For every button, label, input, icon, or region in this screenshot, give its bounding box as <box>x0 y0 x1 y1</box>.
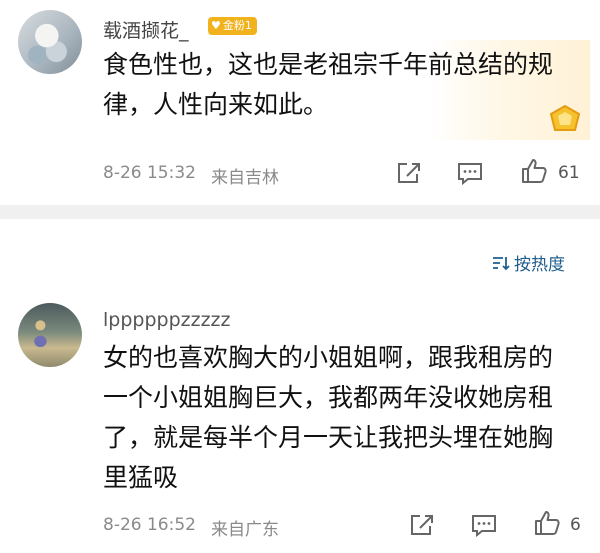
comment-location: 来自广东 <box>211 520 279 540</box>
comment-timestamp: 8-26 15:32 <box>103 163 196 183</box>
share-icon[interactable] <box>395 160 423 186</box>
badge-label: 金粉1 <box>222 19 252 32</box>
like-icon[interactable] <box>520 158 548 184</box>
fan-badge: ♥ 金粉1 <box>208 17 257 35</box>
share-icon[interactable] <box>408 512 436 538</box>
comment-text: 女的也喜欢胸大的小姐姐啊，跟我租房的一个小姐姐胸巨大，我都两年没收她房租了，就是… <box>103 343 554 492</box>
like-icon[interactable] <box>533 510 561 536</box>
section-divider <box>0 205 600 219</box>
comment-location: 来自吉林 <box>211 168 279 188</box>
like-count: 6 <box>570 515 581 535</box>
like-count: 61 <box>558 163 580 183</box>
username[interactable]: lppppppzzzzz <box>103 309 231 331</box>
gem-icon <box>549 104 581 131</box>
comment-icon[interactable] <box>456 160 484 186</box>
comment-text: 食色性也，这也是老祖宗千年前总结的规律，人性向来如此。 <box>103 50 554 119</box>
avatar[interactable] <box>18 10 82 74</box>
sort-button[interactable]: 按热度 <box>492 250 565 275</box>
sort-icon <box>493 256 510 270</box>
comment-1: 载酒撷花_ ♥ 金粉1 食色性也，这也是老祖宗千年前总结的规律，人性向来如此。 … <box>0 0 600 205</box>
comment-timestamp: 8-26 16:52 <box>103 515 196 535</box>
avatar[interactable] <box>18 303 82 367</box>
username[interactable]: 载酒撷花_ <box>103 16 189 43</box>
heart-icon: ♥ <box>211 19 221 32</box>
sort-label: 按热度 <box>514 255 565 275</box>
comment-icon[interactable] <box>470 512 498 538</box>
